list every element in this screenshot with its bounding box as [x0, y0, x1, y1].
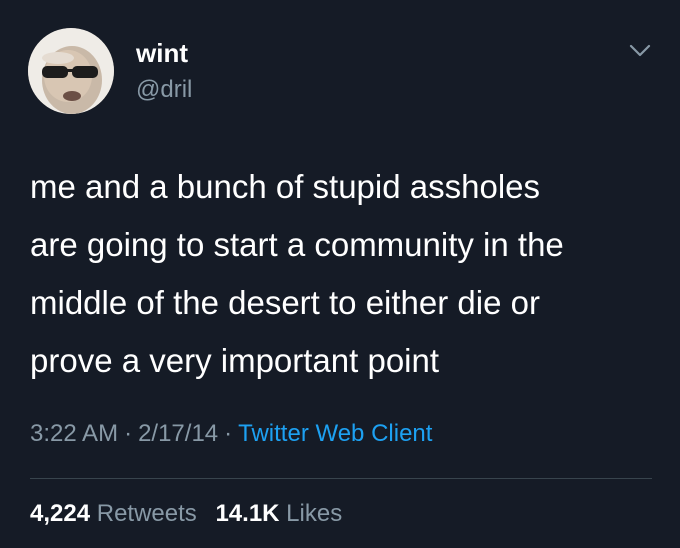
- likes-stat[interactable]: 14.1K Likes: [215, 500, 342, 528]
- chevron-down-icon[interactable]: [628, 38, 652, 62]
- divider: [30, 478, 652, 479]
- retweets-count: 4,224: [30, 500, 91, 527]
- meta-separator: ·: [124, 420, 133, 447]
- tweet-card: wint @dril me and a bunch of stupid assh…: [0, 0, 680, 548]
- meta-separator: ·: [224, 420, 233, 447]
- tweet-time[interactable]: 3:22 AM: [30, 420, 118, 447]
- tweet-meta: 3:22 AM · 2/17/14 · Twitter Web Client: [30, 420, 432, 448]
- display-name[interactable]: wint: [136, 38, 188, 69]
- retweets-label: Retweets: [96, 500, 197, 527]
- user-handle[interactable]: @dril: [136, 76, 192, 104]
- likes-label: Likes: [286, 500, 343, 527]
- avatar-image: [28, 28, 114, 114]
- likes-count: 14.1K: [215, 500, 280, 527]
- tweet-date[interactable]: 2/17/14: [138, 420, 218, 447]
- tweet-text: me and a bunch of stupid assholes are go…: [30, 168, 564, 379]
- retweets-stat[interactable]: 4,224 Retweets: [30, 500, 197, 528]
- avatar[interactable]: [28, 28, 114, 114]
- tweet-source-link[interactable]: Twitter Web Client: [238, 420, 432, 447]
- tweet-stats: 4,224 Retweets 14.1K Likes: [30, 500, 354, 528]
